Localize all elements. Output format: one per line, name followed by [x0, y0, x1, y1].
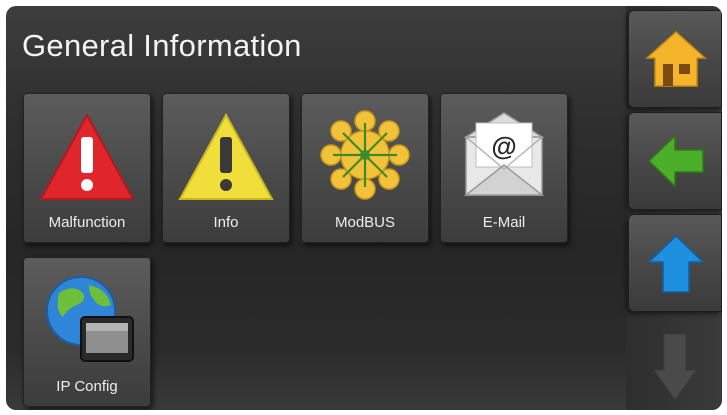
network-hub-icon [320, 110, 410, 200]
arrow-down-icon[interactable] [652, 330, 698, 402]
info-label: Info [213, 214, 239, 231]
ip-config-button[interactable]: IP Config [23, 257, 151, 407]
warning-yellow-icon [178, 112, 274, 200]
warning-red-icon [39, 112, 135, 200]
malfunction-label: Malfunction [48, 214, 126, 231]
side-navigation [626, 6, 722, 410]
svg-text:@: @ [491, 131, 516, 161]
malfunction-button[interactable]: Malfunction [23, 93, 151, 243]
arrow-left-icon [647, 134, 704, 188]
back-button[interactable] [628, 112, 722, 210]
modbus-button[interactable]: ModBUS [301, 93, 429, 243]
screen: General Information Malfunction Info Mod… [6, 6, 722, 410]
envelope-at-icon: @ [463, 112, 545, 196]
home-icon [645, 30, 707, 87]
home-button[interactable] [628, 10, 722, 108]
up-button[interactable] [628, 214, 722, 312]
email-button[interactable]: @ E-Mail [440, 93, 568, 243]
info-button[interactable]: Info [162, 93, 290, 243]
arrow-up-icon [647, 234, 705, 293]
email-label: E-Mail [482, 214, 526, 231]
page-title: General Information [22, 28, 302, 63]
ip-config-label: IP Config [56, 378, 118, 395]
globe-device-icon [46, 276, 134, 362]
modbus-label: ModBUS [334, 214, 396, 231]
